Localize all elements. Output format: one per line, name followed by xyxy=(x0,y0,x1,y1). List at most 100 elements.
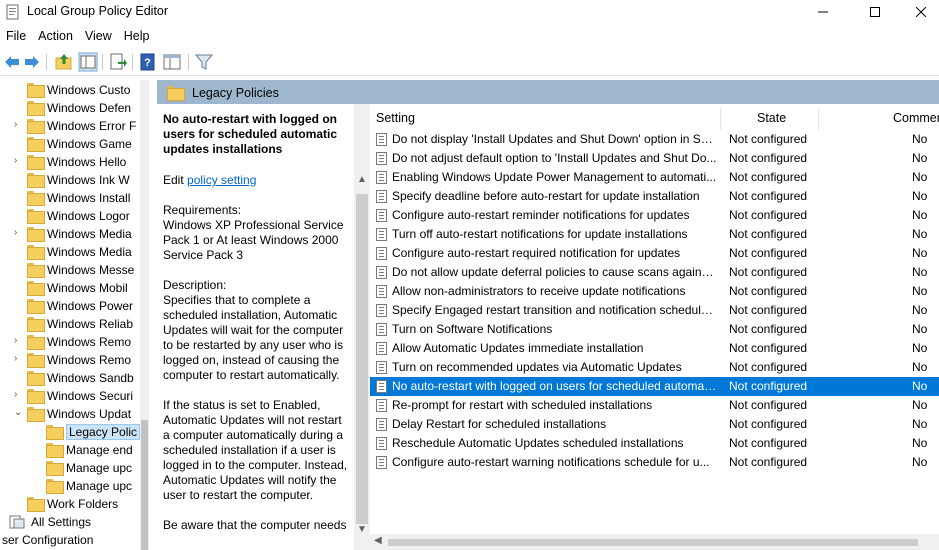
tree-item[interactable]: Windows Messe xyxy=(0,261,140,279)
menu-help[interactable]: Help xyxy=(118,26,156,46)
policy-comment: No xyxy=(912,132,928,146)
scroll-left-icon[interactable]: ◀ xyxy=(374,535,382,546)
policy-row[interactable]: Turn off auto-restart notifications for … xyxy=(370,225,939,244)
column-comment[interactable]: Comment xyxy=(893,111,939,125)
description-scrollbar[interactable]: ▲ ▼ xyxy=(354,104,370,550)
description-pane: No auto-restart with logged on users for… xyxy=(157,104,354,550)
close-button[interactable] xyxy=(898,0,939,24)
column-setting[interactable]: Setting xyxy=(376,111,415,125)
filter-icon[interactable] xyxy=(194,52,214,72)
minimize-button[interactable] xyxy=(800,0,846,24)
tree-item-label: Windows Securi xyxy=(47,389,134,403)
column-state[interactable]: State xyxy=(757,111,786,125)
list-hscrollbar[interactable]: ◀ xyxy=(370,534,939,550)
column-divider[interactable] xyxy=(720,108,721,130)
tree-item[interactable]: Windows Custo xyxy=(0,81,140,99)
collapse-chevron-icon[interactable]: ⌄ xyxy=(14,407,24,418)
expand-chevron-icon[interactable]: › xyxy=(14,227,24,238)
menu-file[interactable]: File xyxy=(0,26,32,46)
tree-item[interactable]: › Windows Securi xyxy=(0,387,140,405)
expand-chevron-icon[interactable]: › xyxy=(14,155,24,166)
description-scroll-thumb[interactable] xyxy=(356,194,368,524)
scroll-up-icon[interactable]: ▲ xyxy=(357,174,367,185)
up-folder-icon[interactable] xyxy=(54,52,74,72)
expand-chevron-icon[interactable]: › xyxy=(14,335,24,346)
tree-item[interactable]: Manage upc xyxy=(0,477,140,495)
tree-item[interactable]: ⌄ Windows Updat xyxy=(0,405,140,423)
back-arrow-icon[interactable] xyxy=(2,52,22,72)
forward-arrow-icon[interactable] xyxy=(22,52,42,72)
policy-row[interactable]: Specify Engaged restart transition and n… xyxy=(370,301,939,320)
more-text: Be aware that the computer needs xyxy=(163,518,347,532)
tree-item[interactable]: Windows Logor xyxy=(0,207,140,225)
policy-setting-icon xyxy=(376,304,387,317)
tree-item[interactable]: All Settings xyxy=(0,513,140,531)
policy-row[interactable]: Delay Restart for scheduled installation… xyxy=(370,415,939,434)
policy-row[interactable]: Do not allow update deferral policies to… xyxy=(370,263,939,282)
tree-item[interactable]: Windows Media xyxy=(0,243,140,261)
tree-item[interactable]: Windows Power xyxy=(0,297,140,315)
tree-root-label[interactable]: ser Configuration xyxy=(2,533,93,547)
policy-row[interactable]: Turn on Software Notifications Not config… xyxy=(370,320,939,339)
tree-item[interactable]: Windows Sandb xyxy=(0,369,140,387)
policy-setting-icon xyxy=(376,228,387,241)
tree-item[interactable]: Windows Mobil xyxy=(0,279,140,297)
policy-row[interactable]: Allow Automatic Updates immediate instal… xyxy=(370,339,939,358)
tree-item[interactable]: Windows Defen xyxy=(0,99,140,117)
policy-setting-link[interactable]: policy setting xyxy=(187,173,256,187)
help-icon[interactable]: ? xyxy=(138,52,158,72)
policy-comment: No xyxy=(912,455,928,469)
tree-item[interactable]: Legacy Polic xyxy=(0,423,141,441)
tree-item[interactable]: Windows Game xyxy=(0,135,140,153)
show-hide-tree-icon[interactable] xyxy=(78,52,98,72)
extended-view-icon[interactable] xyxy=(162,52,182,72)
policy-row[interactable]: Allow non-administrators to receive upda… xyxy=(370,282,939,301)
policy-comment: No xyxy=(912,341,928,355)
tree-item[interactable]: Work Folders xyxy=(0,495,140,513)
window-title: Local Group Policy Editor xyxy=(27,4,169,18)
folder-icon xyxy=(27,407,45,422)
export-list-icon[interactable] xyxy=(108,52,128,72)
tree-item[interactable]: Windows Install xyxy=(0,189,140,207)
expand-chevron-icon[interactable]: › xyxy=(14,119,24,130)
tree-item[interactable]: › Windows Hello xyxy=(0,153,140,171)
policy-row[interactable]: Configure auto-restart reminder notifica… xyxy=(370,206,939,225)
policy-setting-name: Turn on recommended updates via Automati… xyxy=(392,360,682,374)
policy-row[interactable]: Specify deadline before auto-restart for… xyxy=(370,187,939,206)
svg-text:?: ? xyxy=(144,57,151,69)
tree-item[interactable]: Windows Reliab xyxy=(0,315,140,333)
policy-row[interactable]: Do not adjust default option to 'Install… xyxy=(370,149,939,168)
maximize-button[interactable] xyxy=(852,0,898,24)
tree-item[interactable]: › Windows Media xyxy=(0,225,140,243)
tree-item[interactable]: › Windows Error F xyxy=(0,117,140,135)
tree-item[interactable]: › Windows Remo xyxy=(0,351,140,369)
scroll-down-icon[interactable]: ▼ xyxy=(357,524,367,535)
tree-scrollbar[interactable] xyxy=(140,80,149,550)
expand-chevron-icon[interactable]: › xyxy=(14,353,24,364)
policy-row[interactable]: Do not display 'Install Updates and Shut… xyxy=(370,130,939,149)
tree-item[interactable]: › Windows Remo xyxy=(0,333,140,351)
policy-state: Not configured xyxy=(729,417,808,431)
tree-item[interactable]: Manage upc xyxy=(0,459,140,477)
expand-chevron-icon[interactable]: › xyxy=(14,389,24,400)
folder-icon xyxy=(46,425,64,440)
menu-view[interactable]: View xyxy=(79,26,118,46)
policy-row[interactable]: Re-prompt for restart with scheduled ins… xyxy=(370,396,939,415)
policy-row[interactable]: Configure auto-restart warning notificat… xyxy=(370,453,939,472)
policy-row[interactable]: No auto-restart with logged on users for… xyxy=(370,377,939,396)
tree-item[interactable]: Windows Ink W xyxy=(0,171,140,189)
list-hscroll-thumb[interactable] xyxy=(388,539,918,546)
folder-icon xyxy=(27,335,45,350)
tree-item[interactable]: Manage end xyxy=(0,441,140,459)
tree-pane: Windows Custo Windows Defen › Windows Error… xyxy=(0,80,149,550)
policy-state: Not configured xyxy=(729,227,808,241)
tree-scroll-thumb[interactable] xyxy=(141,420,148,550)
policy-row[interactable]: Turn on recommended updates via Automati… xyxy=(370,358,939,377)
folder-icon xyxy=(27,281,45,296)
menu-action[interactable]: Action xyxy=(32,26,79,46)
policy-row[interactable]: Configure auto-restart required notifica… xyxy=(370,244,939,263)
policy-row[interactable]: Enabling Windows Update Power Management… xyxy=(370,168,939,187)
column-divider[interactable] xyxy=(818,108,819,130)
policy-row[interactable]: Reschedule Automatic Updates scheduled i… xyxy=(370,434,939,453)
policy-state: Not configured xyxy=(729,151,808,165)
